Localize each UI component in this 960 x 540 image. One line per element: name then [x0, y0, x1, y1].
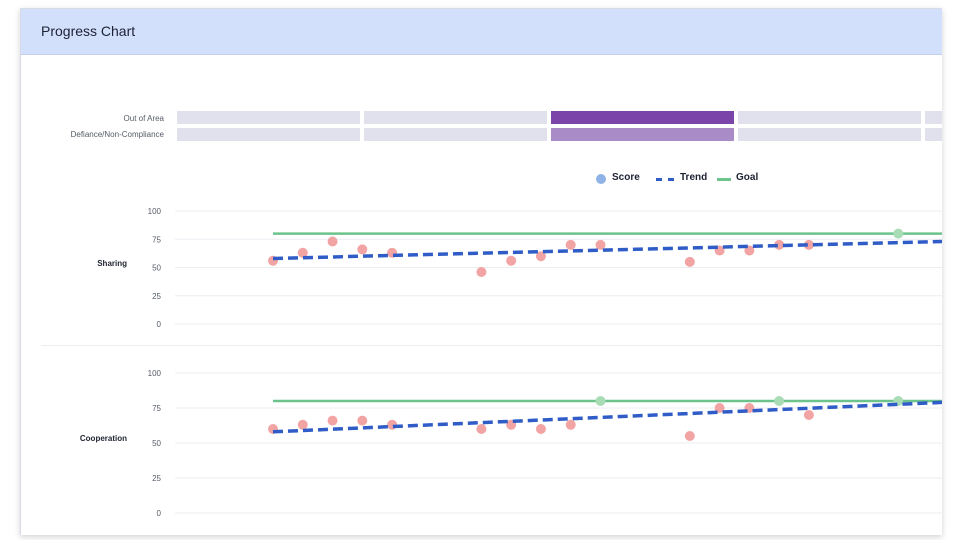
y-tick-label: 50: [152, 439, 161, 448]
score-point: [595, 396, 606, 406]
score-point: [327, 415, 338, 426]
score-point: [565, 419, 576, 430]
panel-label: Cooperation: [80, 434, 127, 443]
score-point: [297, 419, 308, 430]
score-point: [357, 415, 368, 426]
y-tick-label: 75: [152, 404, 161, 413]
score-point: [535, 424, 546, 434]
y-tick-label: 100: [148, 369, 162, 378]
score-point: [476, 424, 487, 434]
score-point: [774, 396, 785, 406]
progress-chart-window: Progress Chart Out of Area Defiance/Non-…: [20, 8, 942, 535]
trend-line: [272, 400, 942, 434]
y-tick-label: 25: [152, 474, 161, 483]
score-point: [684, 431, 695, 441]
cooperation-chart: 0 25 50 75 100 Cooperation: [80, 369, 942, 518]
y-tick-label: 0: [157, 509, 162, 518]
score-point: [803, 410, 814, 420]
